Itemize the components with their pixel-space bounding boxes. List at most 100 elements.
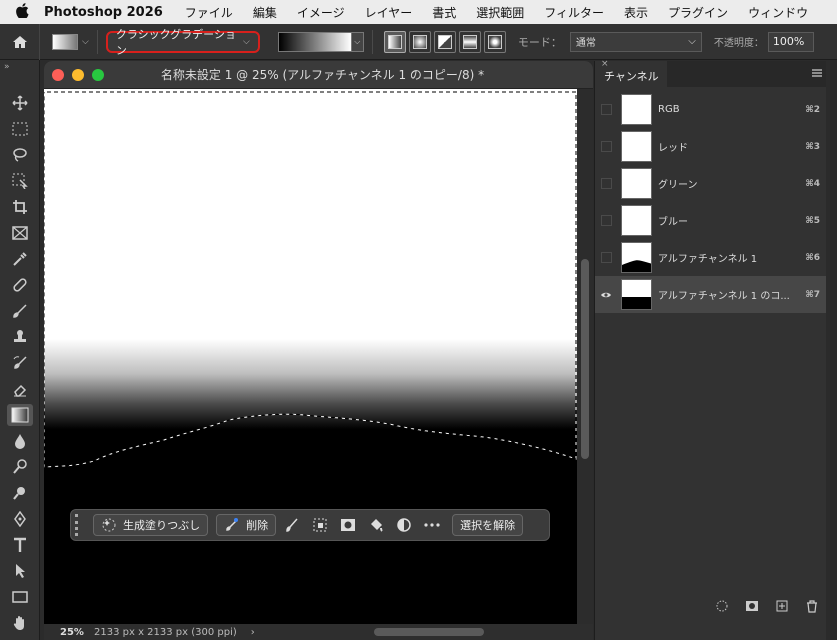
divider (96, 29, 98, 54)
apple-icon[interactable] (0, 2, 44, 22)
drag-handle[interactable] (75, 514, 85, 536)
healing-brush-tool[interactable] (7, 274, 33, 296)
gradient-tool[interactable] (7, 404, 33, 426)
add-mask-button[interactable] (336, 514, 360, 536)
angle-gradient-button[interactable] (433, 30, 456, 53)
eraser-tool[interactable] (7, 378, 33, 400)
vertical-scroll-thumb[interactable] (581, 259, 589, 459)
chevron-down-icon[interactable]: ⌵ (82, 37, 89, 47)
horizontal-scroll-thumb[interactable] (374, 628, 484, 636)
menu-file[interactable]: ファイル (185, 4, 233, 21)
channel-row-alpha-1-copy[interactable]: アルファチャンネル 1 のコ... ⌘7 (595, 276, 827, 313)
linear-gradient-button[interactable] (383, 30, 406, 53)
gradient-picker-dropdown[interactable]: ⌵ (351, 31, 364, 52)
deselect-button[interactable]: 選択を解除 (452, 514, 524, 536)
diamond-gradient-button[interactable] (483, 30, 506, 53)
channels-panel: チャンネル × RGB ⌘2 レッド ⌘3 グリーン ⌘4 ブルー ⌘5 アルフ… (594, 59, 827, 640)
reflected-gradient-button[interactable] (458, 30, 481, 53)
menu-filter[interactable]: フィルター (544, 4, 604, 21)
app-menu[interactable]: Photoshop 2026 (44, 5, 163, 20)
marquee-tool[interactable] (7, 118, 33, 140)
close-panel-icon[interactable]: × (601, 59, 609, 69)
frame-tool[interactable] (7, 222, 33, 244)
lasso-tool[interactable] (7, 144, 33, 166)
opacity-input[interactable]: 100% (767, 31, 814, 52)
menu-plugins[interactable]: プラグイン (668, 4, 728, 21)
gradient-type-dropdown[interactable]: クラシックグラデーション ⌵ (105, 28, 260, 57)
channel-row-rgb[interactable]: RGB ⌘2 (595, 91, 827, 128)
remove-brush-icon (226, 518, 239, 531)
channel-name: RGB (658, 104, 680, 115)
path-selection-tool[interactable] (7, 560, 33, 582)
tab-channels-label: チャンネル (604, 70, 659, 83)
zoom-button[interactable] (92, 68, 104, 81)
channel-name: ブルー (658, 217, 688, 228)
status-expand-icon[interactable]: › (251, 627, 255, 638)
adjustment-layer-button[interactable] (392, 514, 416, 536)
menu-type[interactable]: 書式 (432, 4, 456, 21)
tool-preset-picker[interactable] (52, 33, 78, 50)
channel-row-alpha-1[interactable]: アルファチャンネル 1 ⌘6 (595, 239, 827, 276)
load-selection-button[interactable] (711, 599, 733, 613)
zoom-magnify-tool[interactable] (7, 482, 33, 504)
delete-channel-button[interactable] (801, 599, 823, 613)
photoshop-window: Photoshop 2026 ファイル 編集 イメージ レイヤー 書式 選択範囲… (0, 0, 837, 640)
zoom-level[interactable]: 25% (44, 627, 94, 638)
brush-tool[interactable] (7, 300, 33, 322)
gradient-swatch[interactable] (277, 31, 352, 52)
channel-shortcut: ⌘7 (805, 289, 820, 300)
visibility-box (600, 215, 612, 226)
menu-window[interactable]: ウィンドウ (748, 4, 808, 21)
pen-tool[interactable] (7, 508, 33, 530)
vertical-scrollbar[interactable] (577, 89, 593, 624)
home-button[interactable] (0, 23, 40, 60)
document-title-bar: 名称未設定 1 @ 25% (アルファチャンネル 1 のコピー/8) * (44, 61, 593, 89)
menu-select[interactable]: 選択範囲 (476, 4, 524, 21)
more-options-button[interactable] (420, 514, 444, 536)
channel-row-red[interactable]: レッド ⌘3 (595, 128, 827, 165)
stamp-icon (14, 330, 26, 342)
brush-edit-button[interactable] (280, 514, 304, 536)
object-selection-tool[interactable] (7, 170, 33, 192)
generative-fill-button[interactable]: 生成塗りつぶし (93, 514, 209, 536)
panel-menu-icon[interactable] (811, 67, 823, 79)
minimize-button[interactable] (72, 68, 84, 81)
menu-image[interactable]: イメージ (297, 4, 345, 21)
channel-row-blue[interactable]: ブルー ⌘5 (595, 202, 827, 239)
menu-view[interactable]: 表示 (624, 4, 648, 21)
visibility-box (600, 104, 612, 115)
save-selection-button[interactable] (741, 599, 763, 613)
transform-selection-button[interactable] (308, 514, 332, 536)
history-brush-tool[interactable] (7, 352, 33, 374)
close-button[interactable] (52, 68, 64, 81)
visibility-toggle[interactable] (595, 239, 617, 276)
crop-tool[interactable] (7, 196, 33, 218)
visibility-toggle[interactable] (595, 276, 617, 313)
eraser-icon (14, 384, 27, 397)
remove-button[interactable]: 削除 (216, 514, 277, 536)
mode-dropdown[interactable]: 通常 ⌵ (569, 31, 702, 52)
hand-tool[interactable] (7, 612, 33, 634)
fill-selection-button[interactable] (364, 514, 388, 536)
blur-tool[interactable] (7, 430, 33, 452)
marquee-icon (12, 122, 28, 136)
type-tool[interactable] (7, 534, 33, 556)
menu-edit[interactable]: 編集 (253, 4, 277, 21)
rectangle-tool[interactable] (7, 586, 33, 608)
mode-value: 通常 (575, 38, 596, 49)
collapse-icon[interactable]: » (4, 62, 10, 72)
menu-layer[interactable]: レイヤー (365, 4, 413, 21)
radial-gradient-button[interactable] (408, 30, 431, 53)
move-tool[interactable] (7, 92, 33, 114)
visibility-toggle[interactable] (595, 202, 617, 239)
canvas[interactable]: 生成塗りつぶし 削除 選択を解除 (44, 89, 577, 624)
visibility-toggle[interactable] (595, 165, 617, 202)
paint-bucket-icon (371, 519, 383, 532)
new-channel-button[interactable] (771, 599, 793, 613)
clone-stamp-tool[interactable] (7, 326, 33, 348)
channel-row-green[interactable]: グリーン ⌘4 (595, 165, 827, 202)
visibility-toggle[interactable] (595, 128, 617, 165)
eyedropper-tool[interactable] (7, 248, 33, 270)
visibility-toggle[interactable] (595, 91, 617, 128)
dodge-tool[interactable] (7, 456, 33, 478)
